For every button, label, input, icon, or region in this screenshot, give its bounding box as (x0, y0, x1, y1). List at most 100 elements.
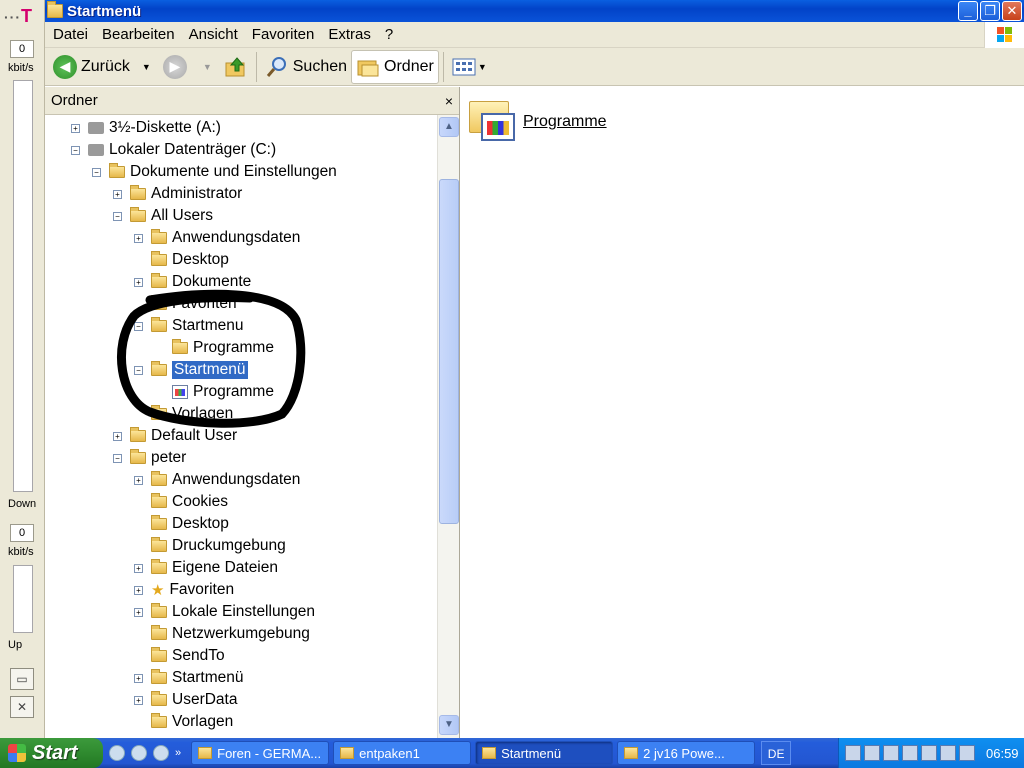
expand-icon[interactable]: + (113, 189, 122, 199)
collapse-icon[interactable]: − (92, 167, 101, 177)
scroll-up-icon[interactable]: ▲ (439, 117, 459, 137)
scroll-thumb[interactable] (439, 179, 459, 524)
security-icon[interactable] (864, 745, 880, 761)
task-label: 2 jv16 Powe... (643, 745, 725, 761)
content-item-programme[interactable]: Programme (469, 97, 607, 143)
collapse-icon[interactable]: − (113, 453, 122, 463)
chevron-icon[interactable]: » (175, 747, 181, 759)
expand-icon[interactable]: + (134, 563, 143, 573)
tray-icon[interactable] (940, 745, 956, 761)
folder-icon (109, 163, 125, 178)
tree-node-label: Programme (193, 339, 274, 356)
minimize-button[interactable]: _ (958, 1, 978, 21)
folder-tree: +3½-Diskette (A:) − Lokaler Datenträger (C… (45, 115, 437, 738)
language-indicator[interactable]: DE (761, 741, 792, 765)
menu-bearbeiten[interactable]: Bearbeiten (94, 26, 181, 43)
back-dropdown-icon[interactable]: ▼ (142, 62, 151, 72)
tree-node[interactable]: + Anwendungsdaten (134, 469, 300, 491)
start-button[interactable]: Start (0, 738, 103, 768)
tree-node[interactable]: + Dokumente (134, 271, 251, 293)
tree-node[interactable]: Netzwerkumgebung (134, 623, 310, 645)
tree-node[interactable]: + Startmenü (134, 667, 244, 689)
tree-node-label: peter (151, 449, 187, 466)
tree-node[interactable]: − Lokaler Datenträger (C:) (71, 139, 276, 161)
down-bar (13, 80, 33, 492)
tree-node[interactable]: + Lokale Einstellungen (134, 601, 315, 623)
tree-node[interactable]: + Anwendungsdaten (134, 227, 300, 249)
tray-icon[interactable] (902, 745, 918, 761)
tree-node-label: Startmenü (172, 669, 244, 686)
collapse-icon[interactable]: − (113, 211, 122, 221)
tree-node[interactable]: − Startmenü (134, 359, 248, 381)
collapse-icon[interactable]: − (134, 365, 143, 375)
menu-favoriten[interactable]: Favoriten (244, 26, 321, 43)
views-button[interactable]: ▼ (448, 50, 491, 84)
vertical-scrollbar[interactable]: ▲ ▼ (437, 115, 459, 738)
expand-icon[interactable]: + (134, 585, 143, 595)
task-button[interactable]: 2 jv16 Powe... (617, 741, 756, 765)
tree-node[interactable]: − peter (113, 447, 186, 469)
tree-node[interactable]: + Eigene Dateien (134, 557, 278, 579)
close-button[interactable]: ✕ (1002, 1, 1022, 21)
quicklaunch-icon[interactable] (109, 745, 125, 761)
tree-node[interactable]: − Startmenu (134, 315, 244, 337)
browser-icon[interactable] (153, 745, 169, 761)
tree-node[interactable]: Programme (155, 337, 274, 359)
tree-node[interactable]: Cookies (134, 491, 228, 513)
expand-icon[interactable]: + (113, 431, 122, 441)
tree-node[interactable]: Desktop (134, 249, 229, 271)
scroll-down-icon[interactable]: ▼ (439, 715, 459, 735)
search-button[interactable]: Suchen (261, 50, 351, 84)
tray-icon[interactable] (959, 745, 975, 761)
tree-node-label: Anwendungsdaten (172, 471, 301, 488)
up-label: Up (8, 639, 23, 651)
close-pane-icon[interactable]: × (445, 93, 453, 109)
expand-icon[interactable]: + (134, 695, 143, 705)
expand-icon[interactable]: + (134, 673, 143, 683)
meter-close-button[interactable]: ✕ (10, 696, 34, 718)
network-icon[interactable] (845, 745, 861, 761)
tree-node[interactable]: Favoriten (134, 293, 237, 315)
folder-icon (130, 185, 146, 200)
expand-icon[interactable]: + (134, 475, 143, 485)
tree-node[interactable]: + Default User (113, 425, 237, 447)
back-button[interactable]: ◀ Zurück (49, 50, 134, 84)
tree-node[interactable]: Druckumgebung (134, 535, 286, 557)
tray-icon[interactable] (921, 745, 937, 761)
collapse-icon[interactable]: − (71, 145, 80, 155)
tree-node[interactable]: + UserData (134, 689, 237, 711)
menu-ansicht[interactable]: Ansicht (181, 26, 244, 43)
task-button[interactable]: Foren - GERMA... (191, 741, 330, 765)
tree-node[interactable]: Vorlagen (134, 711, 233, 733)
tree-node[interactable]: Desktop (134, 513, 229, 535)
expand-icon[interactable]: + (134, 277, 143, 287)
forward-dropdown-icon[interactable]: ▼ (203, 62, 212, 72)
menu-help[interactable]: ? (377, 26, 399, 43)
expand-icon[interactable]: + (134, 607, 143, 617)
help-icon[interactable] (883, 745, 899, 761)
tree-node[interactable]: − Dokumente und Einstellungen (92, 161, 337, 183)
task-button-active[interactable]: Startmenü (475, 741, 614, 765)
telekom-logo: ···T (4, 6, 33, 26)
expand-icon[interactable]: + (134, 233, 143, 243)
window-mode-button[interactable]: ▭ (10, 668, 34, 690)
forward-button[interactable]: ▶ (159, 50, 195, 84)
expand-icon[interactable]: + (71, 123, 80, 133)
up-folder-button[interactable] (220, 50, 252, 84)
collapse-icon[interactable]: − (134, 321, 143, 331)
quicklaunch-icon[interactable] (131, 745, 147, 761)
tree-node[interactable]: SendTo (134, 645, 225, 667)
tree-node[interactable]: Programme (155, 381, 274, 403)
menu-datei[interactable]: Datei (45, 26, 94, 43)
task-button[interactable]: entpaken1 (333, 741, 472, 765)
tree-node[interactable]: − All Users (113, 205, 213, 227)
folders-button[interactable]: Ordner (351, 49, 439, 84)
tree-node[interactable]: + ★ Favoriten (134, 579, 234, 601)
tree-node[interactable]: +3½-Diskette (A:) (71, 117, 221, 139)
maximize-button[interactable]: ❐ (980, 1, 1000, 21)
tree-node[interactable]: + Administrator (113, 183, 242, 205)
up-unit: kbit/s (8, 546, 34, 558)
menu-extras[interactable]: Extras (320, 26, 377, 43)
title-bar[interactable]: Startmenü _ ❐ ✕ (45, 0, 1024, 22)
tree-node[interactable]: Vorlagen (134, 403, 233, 425)
